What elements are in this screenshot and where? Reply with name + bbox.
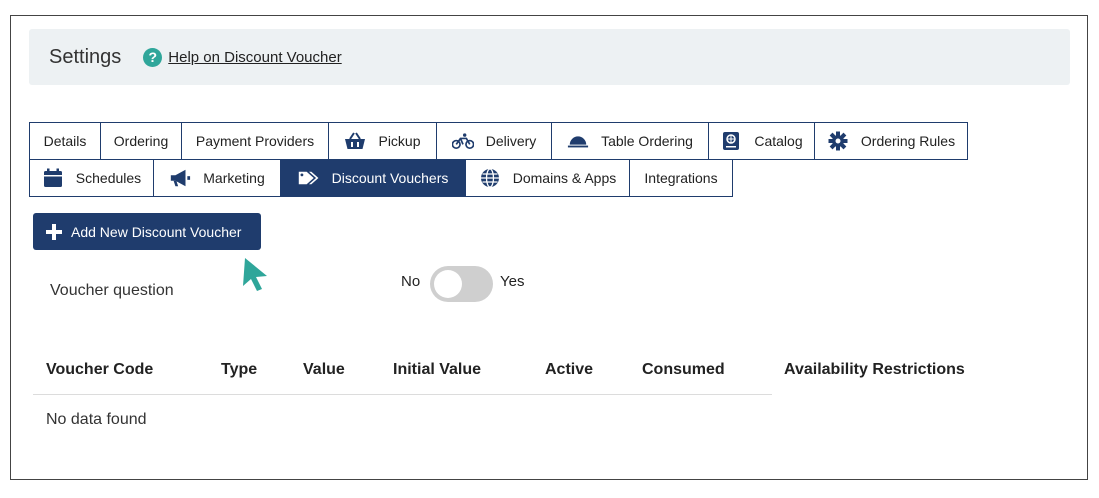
gear-icon	[827, 131, 849, 151]
tags-icon	[298, 168, 320, 188]
tab-marketing[interactable]: Marketing	[153, 159, 281, 197]
tab-details[interactable]: Details	[29, 122, 101, 160]
column-header-initial-value[interactable]: Initial Value	[393, 361, 481, 379]
column-header-value[interactable]: Value	[303, 361, 345, 379]
column-header-active[interactable]: Active	[545, 361, 593, 379]
column-header-voucher-code[interactable]: Voucher Code	[46, 361, 153, 379]
voucher-question-toggle[interactable]	[430, 266, 493, 302]
tab-label: Table Ordering	[601, 133, 693, 149]
calendar-icon	[42, 168, 64, 188]
voucher-question-label: Voucher question	[50, 282, 174, 299]
toggle-knob	[434, 270, 462, 298]
tab-label: Discount Vouchers	[331, 170, 449, 186]
toggle-no-label: No	[401, 273, 421, 290]
tab-domains-apps[interactable]: Domains & Apps	[465, 159, 630, 197]
tab-integrations[interactable]: Integrations	[629, 159, 733, 197]
plus-icon	[45, 223, 63, 241]
page-title: Settings	[49, 45, 122, 68]
tab-label: Ordering Rules	[860, 133, 956, 149]
toggle-yes-label: Yes	[500, 273, 525, 290]
cloche-icon	[567, 131, 589, 151]
tab-pickup[interactable]: Pickup	[328, 122, 437, 160]
column-header-consumed[interactable]: Consumed	[642, 361, 725, 379]
tab-payment-providers[interactable]: Payment Providers	[181, 122, 329, 160]
help-link-group[interactable]: ? Help on Discount Voucher	[143, 47, 342, 67]
tab-catalog[interactable]: Catalog	[708, 122, 815, 160]
tab-ordering-rules[interactable]: Ordering Rules	[814, 122, 968, 160]
empty-table-message: No data found	[46, 411, 147, 428]
settings-header: Settings ? Help on Discount Voucher	[29, 29, 1070, 85]
add-discount-voucher-button[interactable]: Add New Discount Voucher	[33, 213, 261, 250]
column-header-type[interactable]: Type	[221, 361, 257, 379]
tab-ordering[interactable]: Ordering	[100, 122, 182, 160]
tab-label: Delivery	[485, 133, 537, 149]
tab-label: Details	[43, 133, 87, 149]
tab-label: Schedules	[75, 170, 142, 186]
column-header-availability-restrictions[interactable]: Availability Restrictions	[784, 361, 965, 379]
tab-label: Domains & Apps	[512, 170, 617, 186]
tab-label: Payment Providers	[195, 133, 315, 149]
table-divider	[33, 394, 772, 395]
basket-icon	[344, 131, 366, 151]
tab-label: Pickup	[378, 133, 421, 149]
tab-label: Ordering	[113, 133, 169, 149]
help-link[interactable]: Help on Discount Voucher	[168, 49, 341, 66]
tab-discount-vouchers[interactable]: Discount Vouchers	[280, 159, 466, 197]
tab-table-ordering[interactable]: Table Ordering	[551, 122, 709, 160]
question-circle-icon[interactable]: ?	[143, 47, 163, 67]
tab-label: Marketing	[203, 170, 265, 186]
tab-label: Integrations	[644, 170, 718, 186]
bicycle-icon	[451, 131, 474, 151]
tab-schedules[interactable]: Schedules	[29, 159, 154, 197]
globe-icon	[479, 168, 501, 188]
add-button-label: Add New Discount Voucher	[71, 223, 242, 240]
book-icon	[720, 131, 742, 151]
tab-label: Catalog	[754, 133, 803, 149]
tab-delivery[interactable]: Delivery	[436, 122, 552, 160]
megaphone-icon	[169, 168, 191, 188]
mouse-pointer-icon	[233, 238, 267, 301]
